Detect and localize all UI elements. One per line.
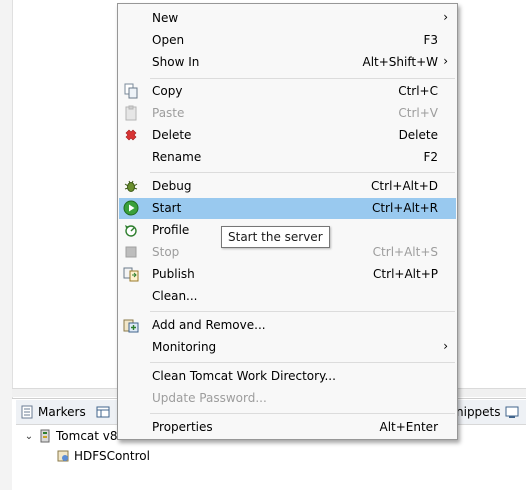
menu-item-label: Copy: [152, 84, 183, 98]
menu-item-label: Publish: [152, 267, 195, 281]
menu-item-label: New: [152, 11, 179, 25]
menu-item-label: Profile: [152, 223, 190, 237]
menu-item-label: Add and Remove...: [152, 318, 266, 332]
paste-icon: [125, 105, 137, 121]
chevron-right-icon: ›: [443, 54, 448, 68]
menu-item-shortcut: Ctrl+Alt+D: [371, 179, 438, 193]
menu-item-shortcut: Alt+Enter: [379, 420, 438, 434]
menu-item-shortcut: F2: [423, 150, 438, 164]
tab-snippets-label: nippets: [456, 405, 501, 419]
menu-item-shortcut: F3: [423, 33, 438, 47]
stop-icon: [125, 246, 137, 258]
menu-item-paste[interactable]: Paste Ctrl+V: [119, 103, 456, 124]
menu-item-label: Show In: [152, 55, 200, 69]
menu-item-label: Delete: [152, 128, 192, 142]
menu-item-label: Update Password...: [152, 391, 267, 405]
menu-separator: [150, 78, 455, 79]
menu-item-open[interactable]: Open F3: [119, 30, 456, 51]
menu-item-show-in[interactable]: Show In Alt+Shift+W ›: [119, 52, 456, 73]
copy-icon: [124, 83, 138, 99]
console-icon: [505, 406, 519, 418]
menu-item-label: Clean Tomcat Work Directory...: [152, 369, 336, 383]
tab-snippets[interactable]: nippets: [456, 402, 519, 422]
menu-item-shortcut: Alt+Shift+W: [362, 55, 439, 69]
chevron-right-icon: ›: [443, 10, 448, 24]
context-menu: New › Open F3 Show In Alt+Shift+W › Copy…: [117, 3, 458, 440]
menu-item-label: Start: [152, 201, 182, 215]
menu-item-shortcut: Ctrl+Alt+P: [373, 267, 438, 281]
publish-icon: [123, 267, 139, 282]
menu-item-clean[interactable]: Clean...: [119, 286, 456, 307]
menu-item-label: Monitoring: [152, 340, 217, 354]
debug-icon: [124, 180, 138, 192]
menu-separator: [150, 311, 455, 312]
menu-item-monitoring[interactable]: Monitoring ›: [119, 337, 456, 358]
menu-item-start[interactable]: Start Ctrl+Alt+R: [119, 198, 456, 219]
menu-item-properties[interactable]: Properties Alt+Enter: [119, 417, 456, 438]
properties-view-icon: [96, 406, 110, 418]
menu-separator: [150, 362, 455, 363]
server-icon: [40, 429, 50, 443]
menu-item-publish[interactable]: Publish Ctrl+Alt+P: [119, 264, 456, 285]
menu-item-add-remove[interactable]: Add and Remove...: [119, 315, 456, 336]
menu-item-shortcut: Ctrl+C: [398, 84, 438, 98]
menu-item-label: Open: [152, 33, 185, 47]
menu-item-shortcut: Ctrl+V: [398, 106, 438, 120]
start-icon: [123, 200, 139, 216]
tree-item-hdfscontrol-label: HDFSControl: [74, 449, 150, 463]
tree-item-tomcat-label: Tomcat v8: [56, 429, 118, 443]
tooltip: Start the server: [221, 226, 330, 248]
menu-item-update-password[interactable]: Update Password...: [119, 388, 456, 409]
menu-item-debug[interactable]: Debug Ctrl+Alt+D: [119, 176, 456, 197]
menu-item-label: Debug: [152, 179, 192, 193]
profile-icon: [125, 225, 137, 237]
menu-item-new[interactable]: New ›: [119, 8, 456, 29]
menu-item-label: Stop: [152, 245, 180, 259]
tree-item-tomcat[interactable]: ⌄ Tomcat v8: [24, 427, 118, 445]
menu-item-shortcut: Ctrl+Alt+R: [371, 201, 438, 215]
menu-item-rename[interactable]: Rename F2: [119, 147, 456, 168]
menu-item-shortcut: Ctrl+Alt+S: [372, 245, 438, 259]
module-icon: [57, 450, 69, 462]
menu-item-copy[interactable]: Copy Ctrl+C: [119, 81, 456, 102]
add-remove-icon: [123, 319, 139, 333]
menu-item-label: Clean...: [152, 289, 198, 303]
menu-item-shortcut: Delete: [398, 128, 438, 142]
tree-item-hdfscontrol[interactable]: HDFSControl: [56, 447, 150, 465]
menu-separator: [150, 172, 455, 173]
tab-markers[interactable]: Markers: [20, 402, 110, 422]
menu-separator: [150, 413, 455, 414]
menu-item-delete[interactable]: Delete Delete: [119, 125, 456, 146]
chevron-down-icon[interactable]: ⌄: [24, 431, 34, 442]
menu-item-clean-work-dir[interactable]: Clean Tomcat Work Directory...: [119, 366, 456, 387]
menu-item-label: Rename: [152, 150, 202, 164]
menu-item-label: Paste: [152, 106, 185, 120]
markers-icon: [21, 405, 33, 419]
chevron-right-icon: ›: [443, 339, 448, 353]
menu-item-label: Properties: [152, 420, 213, 434]
delete-icon: [125, 129, 137, 141]
tab-markers-label: Markers: [38, 405, 86, 419]
